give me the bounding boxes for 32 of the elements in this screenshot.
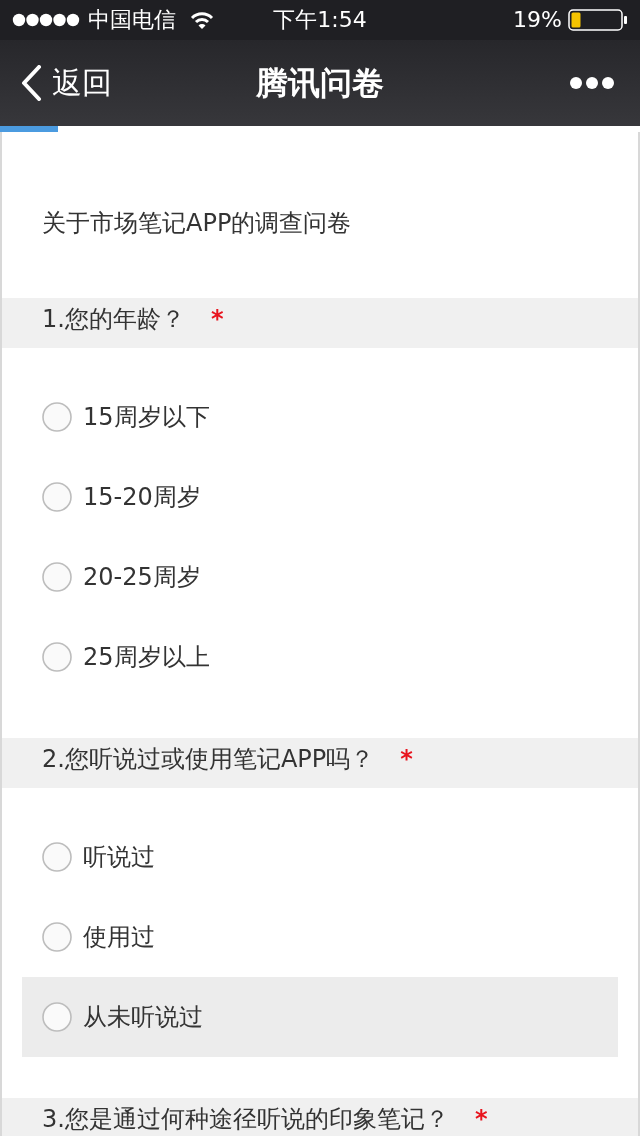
question-title: 2.您听说过或使用笔记APP吗？ <box>42 745 375 773</box>
question-title: 1.您的年龄？ <box>42 305 185 333</box>
radio-button[interactable] <box>42 642 72 672</box>
option-label[interactable]: 25周岁以上 <box>83 643 210 671</box>
option-label[interactable]: 听说过 <box>83 843 155 871</box>
radio-button[interactable] <box>42 842 72 872</box>
radio-button[interactable] <box>42 562 72 592</box>
signal-icon <box>12 13 80 27</box>
survey-description: 关于市场笔记APP的调查问卷 <box>42 209 353 237</box>
chevron-left-icon <box>20 65 42 101</box>
radio-button[interactable] <box>42 1002 72 1032</box>
more-button[interactable] <box>570 77 614 89</box>
option-label[interactable]: 20-25周岁 <box>83 563 201 591</box>
battery-percent: 19% <box>513 7 562 33</box>
more-icon <box>570 77 614 89</box>
option-label[interactable]: 使用过 <box>83 923 155 951</box>
question-title: 3.您是通过何种途径听说的印象笔记？ <box>42 1105 449 1133</box>
carrier-name: 中国电信 <box>88 7 176 33</box>
wifi-icon <box>190 11 214 29</box>
radio-button[interactable] <box>42 922 72 952</box>
back-button[interactable]: 返回 <box>20 65 112 101</box>
radio-button[interactable] <box>42 482 72 512</box>
radio-button[interactable] <box>42 402 72 432</box>
option-label[interactable]: 15-20周岁 <box>83 483 201 511</box>
required-asterisk: * <box>474 1105 488 1133</box>
option-label[interactable]: 从未听说过 <box>83 1003 203 1031</box>
status-time: 下午1:54 <box>273 7 367 32</box>
option-label[interactable]: 15周岁以下 <box>83 403 210 431</box>
required-asterisk: * <box>210 305 224 333</box>
nav-title: 腾讯问卷 <box>256 64 384 102</box>
required-asterisk: * <box>400 745 413 773</box>
battery-icon <box>568 9 628 31</box>
